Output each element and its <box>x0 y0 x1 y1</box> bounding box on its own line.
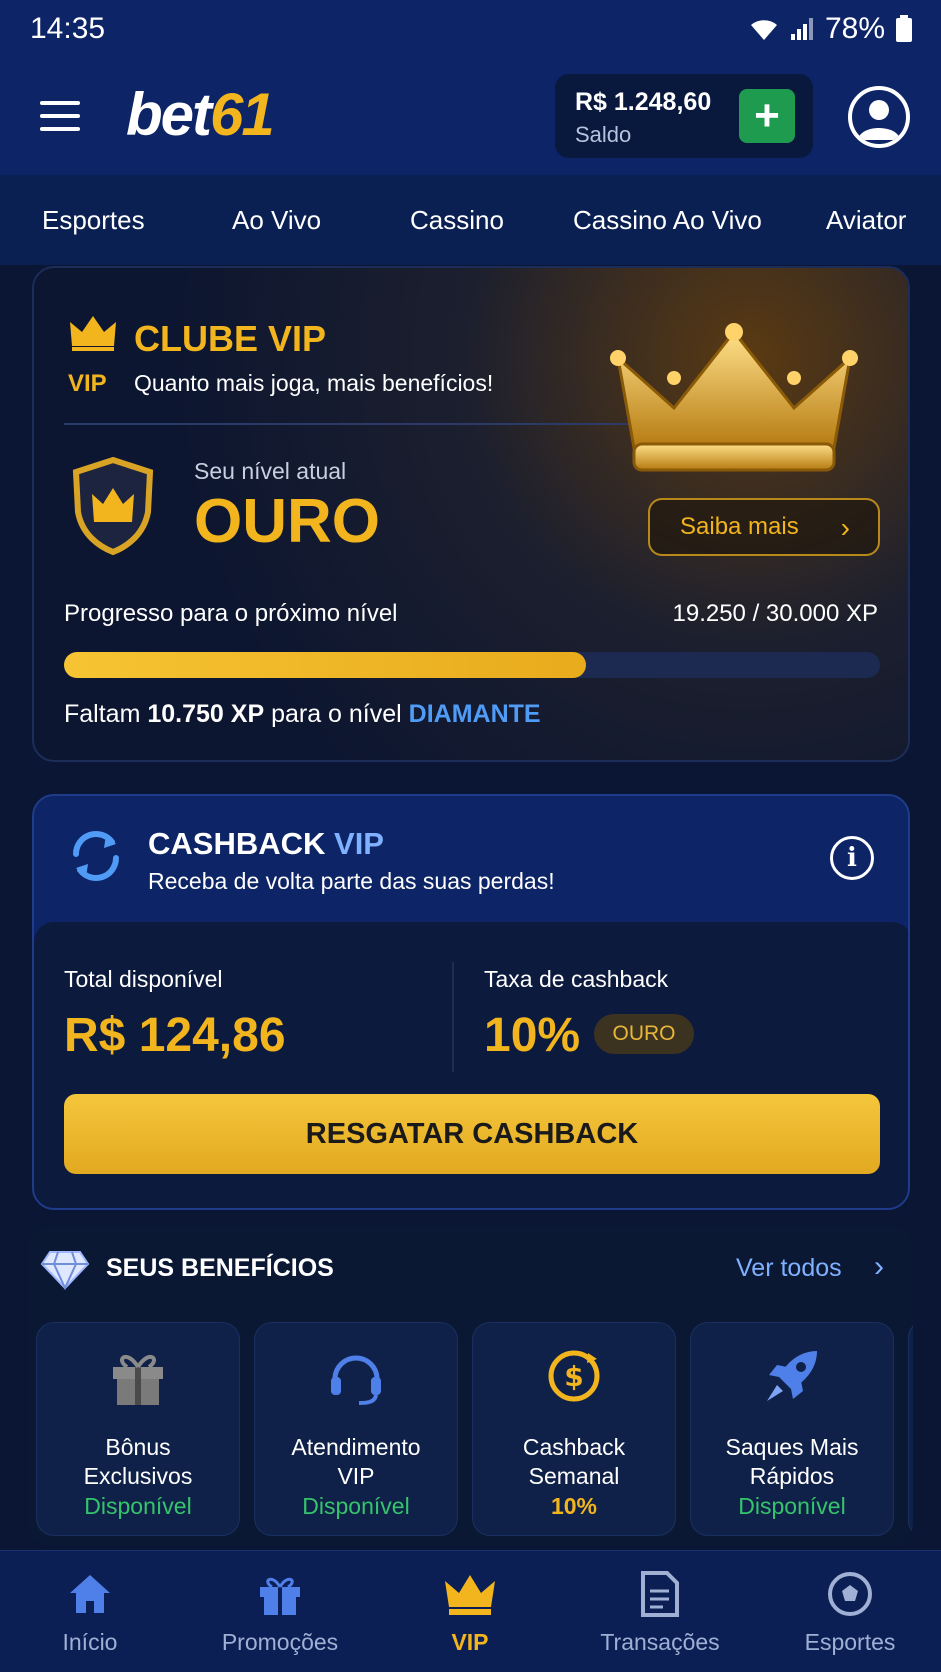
benefit-name: Semanal <box>528 1463 620 1489</box>
benefit-status: 10% <box>550 1493 598 1519</box>
benefit-name: Cashback <box>522 1434 626 1460</box>
benefits-title: SEUS BENEFÍCIOS <box>106 1254 334 1282</box>
status-indicators: 78% <box>749 12 913 46</box>
benefit-card-exclusive-bonus[interactable]: Bônus Exclusivos Disponível <box>36 1322 240 1536</box>
status-time: 14:35 <box>30 12 106 45</box>
signal-icon <box>790 18 813 40</box>
crown-icon <box>445 1575 495 1615</box>
gold-crown-illustration-icon <box>610 323 858 472</box>
benefit-status: Disponível <box>84 1493 192 1519</box>
benefit-name: VIP <box>337 1463 375 1489</box>
balance-box[interactable]: R$ 1.248,60 Saldo + <box>555 74 813 158</box>
nav-label: Esportes <box>804 1629 896 1655</box>
nav-label: Início <box>62 1629 118 1655</box>
current-level-label: Seu nível atual <box>194 458 347 484</box>
benefit-name: Bônus <box>105 1434 171 1460</box>
remaining-xp-text: Faltam 10.750 XP para o nível DIAMANTE <box>64 700 541 728</box>
view-all-link[interactable]: Ver todos <box>736 1254 842 1283</box>
chevron-right-icon: › <box>840 512 850 543</box>
info-icon[interactable]: i <box>830 836 874 880</box>
nav-label: Transações <box>600 1629 720 1655</box>
menu-icon[interactable] <box>40 101 80 131</box>
status-bar: 14:35 78% <box>0 0 941 60</box>
top-bar: 14:35 78% bet61 R$ 1.248,60 Saldo + <box>0 0 941 175</box>
category-tabs: Esportes Ao Vivo Cassino Cassino Ao Vivo… <box>0 175 941 265</box>
shield-crown-icon <box>72 456 154 556</box>
battery-icon <box>896 15 912 42</box>
cashback-details: Total disponível R$ 124,86 Taxa de cashb… <box>34 922 908 1208</box>
nav-label: VIP <box>451 1629 489 1655</box>
crown-icon <box>70 316 116 351</box>
progress-value: 19.250 / 30.000 XP <box>672 600 879 627</box>
cashback-rate-value: 10% <box>484 1009 581 1062</box>
tab-aviator[interactable]: Aviator <box>826 205 906 236</box>
chevron-right-icon[interactable]: › <box>874 1250 884 1284</box>
nav-inicio[interactable]: Início <box>0 1551 180 1672</box>
cashback-title: CASHBACK VIP <box>148 826 384 861</box>
balance-value: R$ 1.248,60 <box>575 88 712 116</box>
benefit-card-vip-support[interactable]: Atendimento VIP Disponível <box>254 1322 458 1536</box>
cashback-vip-card: CASHBACK VIP Receba de volta parte das s… <box>32 794 910 1210</box>
rocket-icon <box>767 1351 817 1401</box>
tab-cassino[interactable]: Cassino <box>410 205 504 236</box>
gift-icon <box>260 1577 300 1615</box>
app-logo[interactable]: bet61 <box>126 80 275 149</box>
nav-vip[interactable]: VIP <box>380 1551 560 1672</box>
balance-label: Saldo <box>575 122 632 147</box>
vip-club-card: VIP CLUBE VIP Quanto mais joga, mais ben… <box>32 266 910 762</box>
total-available-value: R$ 124,86 <box>64 1009 286 1062</box>
svg-text:$: $ <box>564 1360 583 1393</box>
benefit-status: Disponível <box>738 1493 846 1519</box>
learn-more-label: Saiba mais <box>680 513 799 540</box>
document-icon <box>641 1571 679 1617</box>
benefit-card-weekly-cashback[interactable]: $ Cashback Semanal 10% <box>472 1322 676 1536</box>
cashback-rate-label: Taxa de cashback <box>484 966 669 992</box>
home-icon <box>70 1575 110 1613</box>
diamond-icon <box>40 1251 90 1290</box>
vip-badge: VIP <box>68 370 107 397</box>
battery-percent: 78% <box>824 12 885 45</box>
learn-more-button[interactable]: Saiba mais › <box>648 498 880 556</box>
tab-cassino-ao-vivo[interactable]: Cassino Ao Vivo <box>573 205 762 236</box>
benefit-name: Atendimento <box>291 1434 421 1460</box>
benefit-status: Disponível <box>302 1493 410 1519</box>
benefits-section: SEUS BENEFÍCIOS Ver todos › Bônus Exclusi… <box>28 1226 913 1546</box>
deposit-button[interactable]: + <box>739 89 795 143</box>
divider <box>452 962 454 1072</box>
cashback-subtitle: Receba de volta parte das suas perdas! <box>148 868 555 894</box>
benefit-name: Rápidos <box>749 1463 835 1489</box>
nav-promocoes[interactable]: Promoções <box>190 1551 370 1672</box>
nav-esportes[interactable]: Esportes <box>760 1551 940 1672</box>
soccer-ball-icon <box>828 1572 872 1616</box>
nav-transacoes[interactable]: Transações <box>570 1551 750 1672</box>
progress-bar <box>64 652 880 678</box>
total-available-label: Total disponível <box>64 966 223 992</box>
benefit-name: Saques Mais <box>725 1434 859 1460</box>
benefit-card-faster-withdrawals[interactable]: Saques Mais Rápidos Disponível <box>690 1322 894 1536</box>
wifi-icon <box>750 20 777 40</box>
current-level-value: OURO <box>194 487 380 556</box>
tab-esportes[interactable]: Esportes <box>42 205 145 236</box>
headset-icon <box>331 1355 381 1405</box>
nav-label: Promoções <box>221 1629 339 1655</box>
vip-title: CLUBE VIP <box>134 318 327 359</box>
level-badge: OURO <box>594 1014 694 1054</box>
profile-avatar-icon[interactable] <box>848 86 910 148</box>
benefit-name: Exclusivos <box>83 1463 193 1489</box>
divider <box>64 423 634 425</box>
progress-label: Progresso para o próximo nível <box>64 600 398 627</box>
refresh-cycle-icon <box>73 831 119 881</box>
bottom-navigation: Início Promoções VIP Transações Esportes <box>0 1550 941 1672</box>
dollar-cycle-icon: $ <box>548 1350 600 1402</box>
vip-subtitle: Quanto mais joga, mais benefícios! <box>134 370 494 396</box>
redeem-cashback-button[interactable]: RESGATAR CASHBACK <box>64 1094 880 1174</box>
benefit-card-partial[interactable] <box>908 1322 913 1536</box>
progress-bar-fill <box>64 652 587 678</box>
tab-ao-vivo[interactable]: Ao Vivo <box>232 205 321 236</box>
gift-icon <box>113 1354 163 1405</box>
